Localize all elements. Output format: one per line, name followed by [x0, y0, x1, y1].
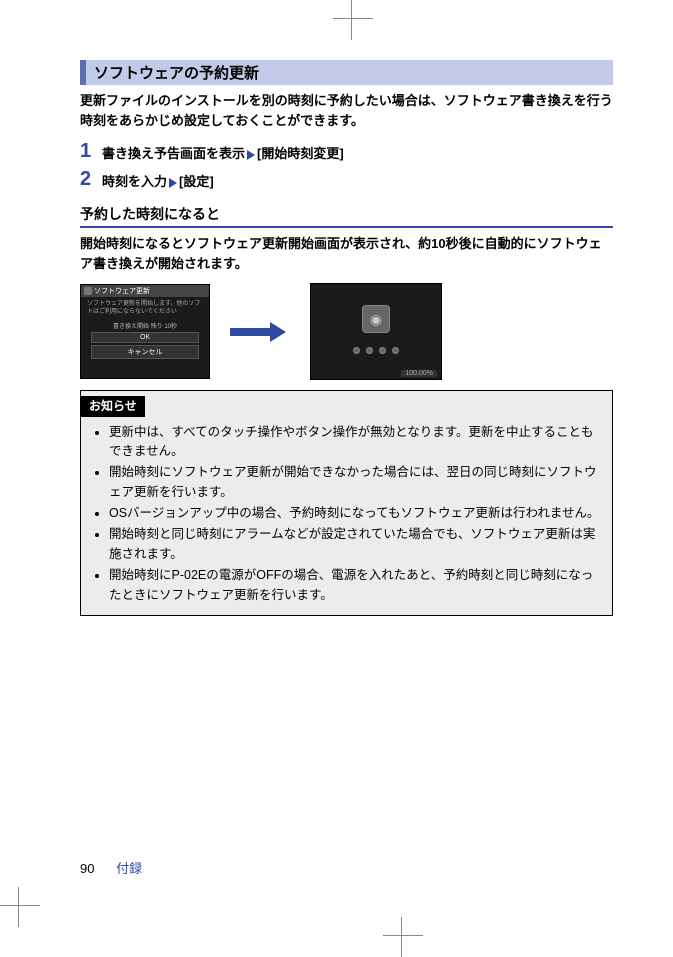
step-1-pre: 書き換え予告画面を表示: [102, 146, 245, 161]
crop-mark: [333, 0, 373, 40]
progress-percent: 100.00%: [401, 370, 437, 377]
ok-button: OK: [91, 332, 199, 343]
sub-section-header: 予約した時刻になると: [80, 204, 613, 228]
globe-icon: [84, 287, 92, 295]
step-text: 時刻を入力 [設定]: [102, 168, 214, 190]
progress-dots: [353, 347, 399, 354]
sub-section-body: 開始時刻になるとソフトウェア更新開始画面が表示され、約10秒後に自動的にソフトウ…: [80, 234, 613, 273]
step-2-pre: 時刻を入力: [102, 174, 167, 189]
page-number: 90: [80, 861, 94, 876]
step-text: 書き換え予告画面を表示 [開始時刻変更]: [102, 140, 344, 162]
step-2-bracket: [設定]: [179, 174, 214, 189]
notice-box: お知らせ 更新中は、すべてのタッチ操作やボタン操作が無効となります。更新を中止す…: [80, 390, 613, 616]
globe-icon: ◉: [362, 305, 390, 333]
triangle-icon: [169, 178, 177, 188]
notice-list: 更新中は、すべてのタッチ操作やボタン操作が無効となります。更新を中止することもで…: [91, 423, 602, 605]
notice-title: お知らせ: [81, 396, 145, 417]
screenshot-countdown: 書き換え開始 残り 10秒: [81, 321, 209, 330]
page-content: ソフトウェアの予約更新 更新ファイルのインストールを別の時刻に予約したい場合は、…: [0, 0, 673, 656]
arrow-right-icon: [230, 325, 290, 339]
screenshot-message: ソフトウェア更新を開始します。他のソフトはご利用にならないでください: [81, 297, 209, 321]
crop-mark: [383, 917, 423, 957]
step-1-bracket: [開始時刻変更]: [257, 146, 344, 161]
list-item: OSバージョンアップ中の場合、予約時刻になってもソフトウェア更新は行われません。: [109, 504, 602, 523]
list-item: 開始時刻と同じ時刻にアラームなどが設定されていた場合でも、ソフトウェア更新は実施…: [109, 525, 602, 564]
screenshot-topbar: ソフトウェア更新: [81, 285, 209, 297]
footer-section-name: 付録: [116, 861, 142, 876]
step-2: 2 時刻を入力 [設定]: [80, 168, 613, 190]
step-1: 1 書き換え予告画面を表示 [開始時刻変更]: [80, 140, 613, 162]
list-item: 更新中は、すべてのタッチ操作やボタン操作が無効となります。更新を中止することもで…: [109, 423, 602, 462]
cancel-button: キャンセル: [91, 345, 199, 359]
figure-row: ソフトウェア更新 ソフトウェア更新を開始します。他のソフトはご利用にならないでく…: [80, 283, 613, 380]
screenshot-title: ソフトウェア更新: [94, 286, 150, 296]
section-header: ソフトウェアの予約更新: [80, 60, 613, 85]
list-item: 開始時刻にP-02Eの電源がOFFの場合、電源を入れたあと、予約時刻と同じ時刻に…: [109, 566, 602, 605]
triangle-icon: [247, 150, 255, 160]
screenshot-dialog: ソフトウェア更新 ソフトウェア更新を開始します。他のソフトはご利用にならないでく…: [80, 284, 210, 379]
screenshot-progress: ◉ 100.00%: [310, 283, 442, 380]
step-number: 2: [80, 168, 102, 190]
list-item: 開始時刻にソフトウェア更新が開始できなかった場合には、翌日の同じ時刻にソフトウェ…: [109, 463, 602, 502]
page-footer: 90 付録: [80, 858, 142, 877]
step-number: 1: [80, 140, 102, 162]
crop-mark: [0, 887, 40, 927]
intro-text: 更新ファイルのインストールを別の時刻に予約したい場合は、ソフトウェア書き換えを行…: [80, 91, 613, 130]
